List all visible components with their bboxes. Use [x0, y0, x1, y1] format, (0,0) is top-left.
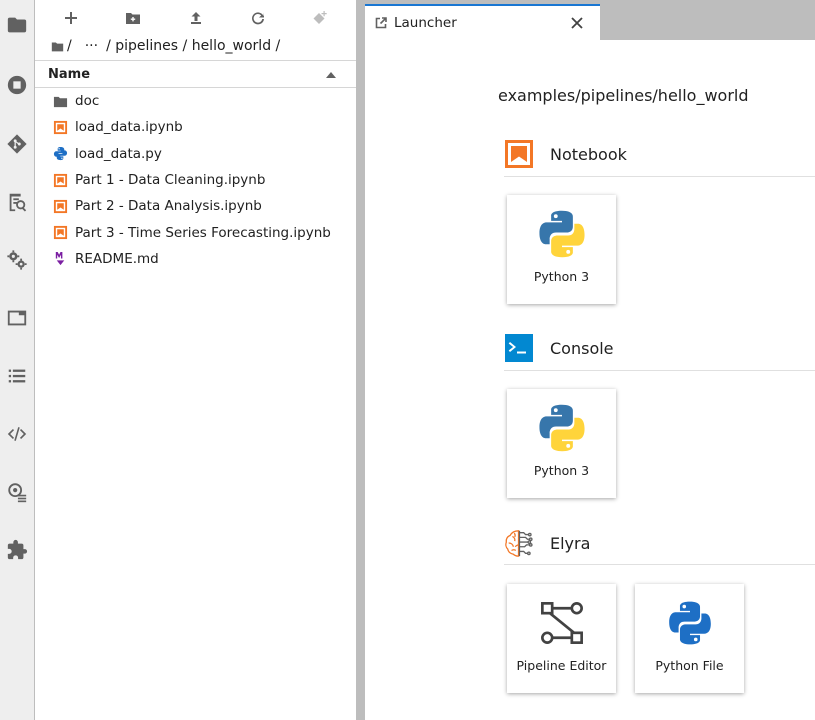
file-item-label: Part 1 - Data Cleaning.ipynb	[75, 172, 266, 189]
section-divider	[504, 370, 815, 371]
section-elyra: Elyra	[504, 527, 590, 559]
notebook-icon	[52, 119, 68, 135]
notebook-icon	[52, 172, 68, 188]
file-item-part3[interactable]: Part 3 - Time Series Forecasting.ipynb	[35, 219, 356, 245]
section-title: Elyra	[550, 533, 591, 553]
python-logo-icon	[534, 400, 590, 456]
python-logo-icon	[534, 206, 590, 262]
section-divider	[504, 564, 815, 565]
file-item-readme[interactable]: README.md	[35, 246, 356, 272]
running-icon[interactable]	[0, 65, 34, 105]
notebook-icon	[52, 225, 68, 241]
file-item-doc[interactable]: doc	[35, 88, 356, 114]
breadcrumb-ellipsis[interactable]: ···	[85, 38, 98, 54]
property-inspector-icon[interactable]	[0, 182, 34, 222]
section-divider	[504, 176, 815, 177]
file-item-label: load_data.ipynb	[75, 119, 183, 136]
elyra-brain-icon	[504, 528, 534, 558]
python-file-icon	[662, 595, 718, 651]
file-list-header: Name	[35, 60, 356, 88]
card-label: Python File	[655, 658, 724, 673]
console-python3-card[interactable]: Python 3	[507, 389, 616, 498]
console-icon	[504, 333, 534, 363]
file-browser: / ··· / pipelines / hello_world / Name d…	[35, 0, 356, 720]
breadcrumb-root-separator: /	[67, 38, 72, 54]
folder-icon[interactable]	[0, 5, 34, 45]
tab-bar: Launcher	[365, 0, 815, 40]
name-column-header[interactable]: Name	[48, 67, 90, 82]
section-console: Console	[504, 332, 614, 364]
folder-icon	[52, 93, 68, 109]
launch-icon	[375, 17, 394, 29]
git-clone-icon	[313, 11, 327, 24]
upload-button[interactable]	[183, 6, 209, 30]
section-title: Notebook	[550, 144, 627, 164]
markdown-icon	[52, 251, 68, 267]
python-icon	[52, 146, 68, 162]
file-item-label: load_data.py	[75, 145, 162, 162]
file-item-label: Part 2 - Data Analysis.ipynb	[75, 198, 262, 215]
section-title: Console	[550, 338, 614, 358]
file-item-load-data-ipynb[interactable]: load_data.ipynb	[35, 114, 356, 140]
file-browser-toolbar	[35, 0, 356, 34]
notebook-python3-card[interactable]: Python 3	[507, 195, 616, 304]
breadcrumb: / ··· / pipelines / hello_world /	[51, 36, 285, 56]
tab-label: Launcher	[394, 15, 457, 31]
launcher-panel: examples/pipelines/hello_world Notebook …	[365, 40, 815, 720]
activity-bar	[0, 0, 35, 720]
file-item-load-data-py[interactable]: load_data.py	[35, 141, 356, 167]
notebook-icon	[504, 139, 534, 169]
pipeline-editor-card[interactable]: Pipeline Editor	[507, 584, 616, 693]
folder-home-icon[interactable]	[51, 40, 64, 53]
notebook-icon	[52, 198, 68, 214]
close-icon[interactable]	[570, 16, 584, 30]
extensions-icon[interactable]	[0, 530, 34, 570]
file-item-label: doc	[75, 93, 100, 110]
code-snippets-icon[interactable]	[0, 414, 34, 454]
settings-gears-icon[interactable]	[0, 240, 34, 280]
file-item-part2[interactable]: Part 2 - Data Analysis.ipynb	[35, 193, 356, 219]
git-icon[interactable]	[0, 124, 34, 164]
runtimes-icon[interactable]	[0, 472, 34, 512]
card-label: Pipeline Editor	[516, 658, 607, 673]
sort-ascending-icon[interactable]	[326, 72, 336, 78]
card-label: Python 3	[533, 269, 590, 284]
new-launcher-button[interactable]	[58, 6, 84, 30]
breadcrumb-path[interactable]: / pipelines / hello_world /	[106, 38, 280, 54]
refresh-button[interactable]	[245, 6, 271, 30]
file-list: doc load_data.ipynb load_data.py Part 1 …	[35, 88, 356, 272]
pipeline-icon	[534, 595, 590, 651]
upload-icon	[191, 12, 201, 24]
new-folder-icon	[126, 13, 140, 24]
refresh-icon	[252, 12, 264, 25]
card-label: Python 3	[533, 463, 590, 478]
launcher-path: examples/pipelines/hello_world	[498, 86, 749, 105]
file-item-label: README.md	[75, 250, 159, 267]
table-of-contents-icon[interactable]	[0, 356, 34, 396]
git-clone-button[interactable]	[307, 6, 333, 30]
tab-launcher[interactable]: Launcher	[365, 4, 600, 40]
panel-splitter[interactable]	[356, 0, 365, 720]
python-file-card[interactable]: Python File	[635, 584, 744, 693]
section-notebook: Notebook	[504, 138, 627, 170]
file-item-part1[interactable]: Part 1 - Data Cleaning.ipynb	[35, 167, 356, 193]
tabs-icon[interactable]	[0, 298, 34, 338]
new-folder-button[interactable]	[120, 6, 146, 30]
plus-icon	[65, 12, 77, 24]
file-item-label: Part 3 - Time Series Forecasting.ipynb	[75, 224, 331, 241]
